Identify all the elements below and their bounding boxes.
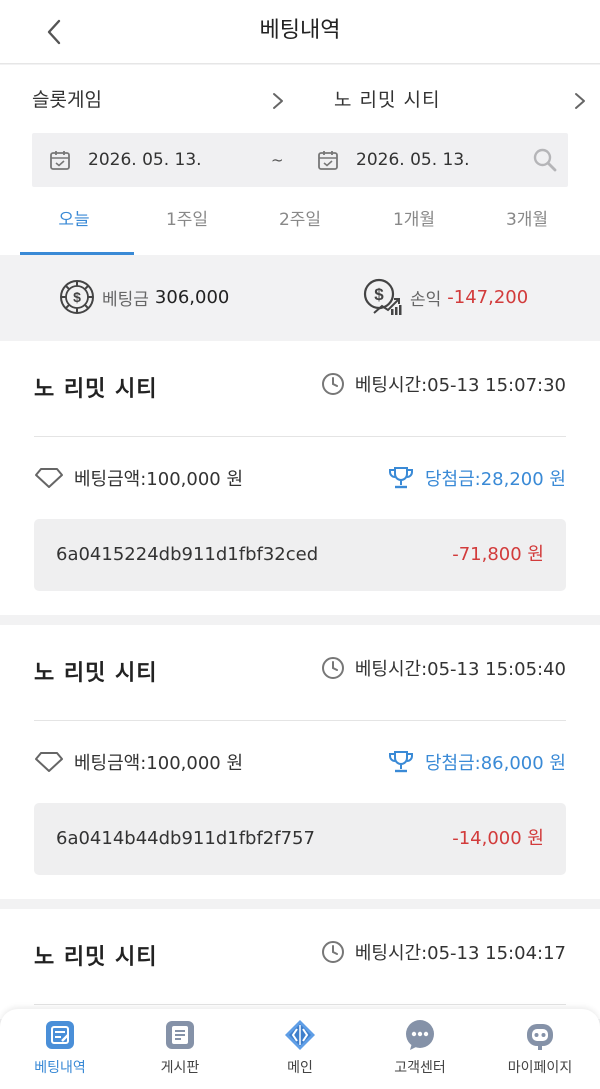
nav-board[interactable]: 게시판 bbox=[120, 1009, 240, 1089]
record-result-box: 6a0415224db911d1fbf32ced -71,800 원 bbox=[34, 519, 566, 591]
game-type-selector[interactable]: 슬롯게임 bbox=[32, 85, 102, 115]
chat-icon bbox=[406, 1020, 434, 1050]
record-hash: 6a0414b44db911d1fbf2f757 bbox=[56, 828, 315, 849]
nav-bet-history[interactable]: 베팅내역 bbox=[0, 1009, 120, 1089]
svg-text:$: $ bbox=[374, 285, 384, 304]
bet-record-card[interactable]: 노 리밋 시티 베팅시간:05-13 15:07:30 베팅금액:100,000… bbox=[0, 341, 600, 615]
trophy-icon bbox=[388, 467, 413, 489]
record-amount-row: 베팅금액:100,000 원 당첨금:28,200 원 bbox=[34, 463, 566, 493]
bottom-navigation: 베팅내역 게시판 메인 고객센터 마이페이지 bbox=[0, 1009, 600, 1089]
calendar-icon[interactable] bbox=[49, 149, 71, 171]
diamond-icon bbox=[35, 468, 63, 488]
date-range-picker: 2026. 05. 13. ~ 2026. 05. 13. bbox=[32, 133, 568, 187]
nav-label: 게시판 bbox=[160, 1060, 200, 1076]
record-bet-text: 베팅금액:100,000 원 bbox=[74, 469, 244, 490]
record-result-box: 6a0414b44db911d1fbf2f757 -14,000 원 bbox=[34, 803, 566, 875]
record-game-name: 노 리밋 시티 bbox=[34, 661, 158, 686]
record-win-text: 당첨금:28,200 원 bbox=[424, 469, 566, 490]
clock-icon bbox=[321, 373, 344, 395]
main-icon bbox=[285, 1020, 315, 1050]
record-game-name: 노 리밋 시티 bbox=[34, 945, 158, 970]
search-icon[interactable] bbox=[532, 147, 558, 173]
nav-label: 마이페이지 bbox=[507, 1060, 573, 1076]
bet-record-card[interactable]: 노 리밋 시티 베팅시간:05-13 15:04:17 bbox=[0, 909, 600, 1019]
pnl-total: $ 손익 -147,200 bbox=[362, 277, 528, 317]
end-date-field[interactable]: 2026. 05. 13. bbox=[356, 133, 470, 187]
game-selector[interactable]: 노 리밋 시티 bbox=[334, 85, 440, 115]
chevron-right-icon[interactable] bbox=[574, 92, 586, 110]
nav-label: 베팅내역 bbox=[34, 1060, 86, 1076]
breadcrumb: 슬롯게임 노 리밋 시티 bbox=[0, 85, 600, 115]
summary-bar: $ 베팅금 306,000 $ 손익 -147,200 bbox=[0, 255, 600, 341]
trophy-icon bbox=[388, 751, 413, 773]
start-date-field[interactable]: 2026. 05. 13. bbox=[88, 133, 202, 187]
record-hash: 6a0415224db911d1fbf32ced bbox=[56, 544, 319, 565]
record-bet-time: 베팅시간:05-13 15:04:17 bbox=[321, 939, 566, 965]
divider bbox=[34, 436, 566, 437]
bet-record-card[interactable]: 노 리밋 시티 베팅시간:05-13 15:05:40 베팅금액:100,000… bbox=[0, 625, 600, 899]
record-pnl: -71,800 원 bbox=[452, 544, 544, 565]
record-win-amount: 당첨금:28,200 원 bbox=[387, 465, 566, 491]
period-tabs: 오늘 1주일 2주일 1개월 3개월 bbox=[0, 195, 600, 255]
calendar-icon[interactable] bbox=[317, 149, 339, 171]
record-bet-text: 베팅금액:100,000 원 bbox=[74, 753, 244, 774]
record-time-text: 베팅시간:05-13 15:07:30 bbox=[354, 375, 566, 396]
bet-total: $ 베팅금 306,000 bbox=[58, 277, 229, 317]
record-bet-amount: 베팅금액:100,000 원 bbox=[34, 749, 243, 775]
pnl-total-label: 손익 bbox=[410, 289, 442, 310]
nav-label: 메인 bbox=[287, 1060, 313, 1076]
bet-history-icon bbox=[46, 1021, 74, 1049]
money-growth-icon: $ bbox=[363, 278, 402, 315]
tab-1week[interactable]: 1주일 bbox=[127, 195, 247, 255]
divider bbox=[34, 1004, 566, 1005]
tab-2weeks[interactable]: 2주일 bbox=[240, 195, 360, 255]
tab-today[interactable]: 오늘 bbox=[14, 195, 134, 255]
record-bet-time: 베팅시간:05-13 15:07:30 bbox=[321, 371, 566, 397]
record-game-name: 노 리밋 시티 bbox=[34, 377, 158, 402]
record-win-amount: 당첨금:86,000 원 bbox=[387, 749, 566, 775]
bet-total-value: 306,000 bbox=[154, 286, 230, 308]
record-time-text: 베팅시간:05-13 15:05:40 bbox=[354, 659, 566, 680]
page-title: 베팅내역 bbox=[259, 18, 341, 43]
svg-text:$: $ bbox=[73, 289, 81, 305]
clock-icon bbox=[321, 941, 344, 963]
tab-1month[interactable]: 1개월 bbox=[354, 195, 474, 255]
nav-label: 고객센터 bbox=[394, 1060, 446, 1076]
nav-my-page[interactable]: 마이페이지 bbox=[480, 1009, 600, 1089]
board-icon bbox=[166, 1021, 194, 1049]
bet-total-label: 베팅금 bbox=[102, 289, 149, 310]
date-separator: ~ bbox=[271, 151, 284, 169]
chevron-right-icon[interactable] bbox=[272, 92, 284, 110]
record-win-text: 당첨금:86,000 원 bbox=[424, 753, 566, 774]
diamond-icon bbox=[35, 752, 63, 772]
divider bbox=[34, 720, 566, 721]
record-bet-amount: 베팅금액:100,000 원 bbox=[34, 465, 243, 491]
nav-main[interactable]: 메인 bbox=[240, 1009, 360, 1089]
record-time-text: 베팅시간:05-13 15:04:17 bbox=[354, 943, 566, 964]
coin-icon: $ bbox=[60, 280, 94, 314]
app-header: 베팅내역 bbox=[0, 0, 600, 64]
robot-icon bbox=[527, 1024, 553, 1050]
nav-customer-center[interactable]: 고객센터 bbox=[360, 1009, 480, 1089]
tab-3months[interactable]: 3개월 bbox=[467, 195, 587, 255]
clock-icon bbox=[321, 657, 344, 679]
pnl-total-value: -147,200 bbox=[447, 286, 529, 308]
record-amount-row: 베팅금액:100,000 원 당첨금:86,000 원 bbox=[34, 747, 566, 777]
record-pnl: -14,000 원 bbox=[452, 828, 544, 849]
record-bet-time: 베팅시간:05-13 15:05:40 bbox=[321, 655, 566, 681]
filter-panel: 슬롯게임 노 리밋 시티 2026. 05. 13. ~ 2026. 05. 1… bbox=[0, 65, 600, 255]
